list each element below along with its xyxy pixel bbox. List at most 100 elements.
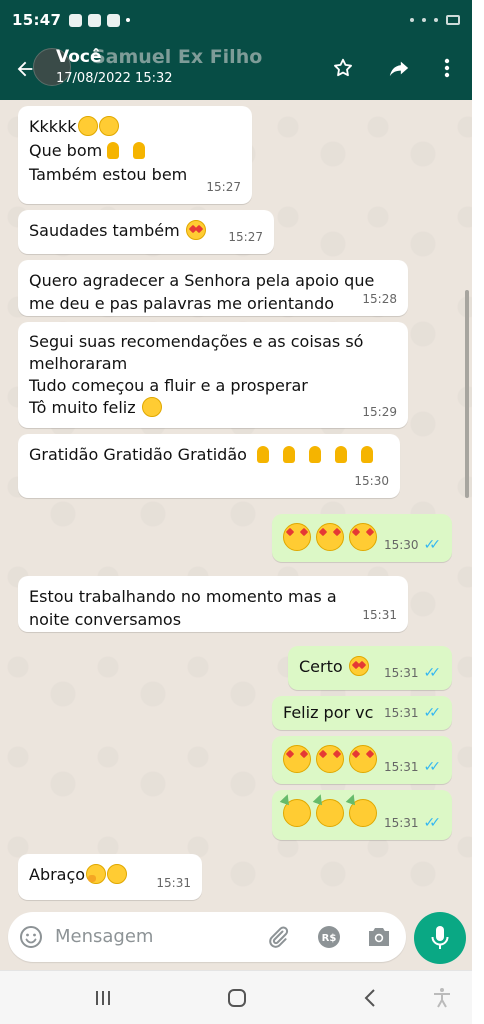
currency-label: R$	[322, 933, 337, 944]
message-input[interactable]: Mensagem R$	[8, 912, 406, 962]
message-time: 15:31	[156, 876, 191, 890]
battery-icon	[446, 15, 460, 25]
raised-hands-emoji-icon	[103, 140, 123, 160]
heart-eyes-emoji-icon	[283, 523, 311, 551]
accessibility-icon[interactable]	[427, 985, 457, 1011]
kissing-face-emoji-icon	[107, 864, 128, 884]
read-ticks-icon: ✓✓	[423, 665, 442, 681]
message-time: 15:31	[383, 760, 419, 774]
message-outgoing[interactable]: 15:31 ✓✓	[272, 736, 452, 784]
message-outgoing[interactable]: 15:30 ✓✓	[272, 514, 452, 562]
message-meta: 15:31	[362, 604, 397, 627]
composer-bar: Mensagem R$	[0, 912, 472, 970]
notification-icons	[69, 13, 131, 27]
gallery-notification-icon	[88, 13, 102, 27]
heart-eyes-emoji-icon	[316, 745, 345, 773]
message-line: Kkkkk	[29, 115, 241, 139]
system-status-icons	[410, 15, 460, 25]
chat-header: Samuel Ex Filho Você 17/08/2022 15:32	[0, 40, 472, 100]
folded-hands-emoji-icon	[357, 444, 377, 464]
star-icon[interactable]	[330, 55, 356, 81]
read-ticks-icon: ✓✓	[423, 759, 442, 775]
read-ticks-icon: ✓✓	[423, 537, 442, 553]
emoji-icon[interactable]	[18, 924, 44, 950]
system-nav-bar	[0, 970, 472, 1024]
message-meta: 15:30 ✓✓	[384, 533, 441, 557]
status-bar: 15:47	[0, 0, 472, 40]
phone-screen: 15:47 Samuel Ex Filho Você 17/08/2022 15…	[0, 0, 472, 1024]
chat-area[interactable]: Kkkkk Que bom Também estou bem 15:27 Sau…	[0, 100, 472, 912]
partying-face-emoji-icon	[283, 799, 311, 827]
message-text: Gratidão Gratidão Gratidão	[29, 443, 389, 467]
folded-hands-emoji-icon	[305, 444, 325, 464]
contact-name: Samuel Ex Filho	[92, 46, 263, 68]
status-time: 15:47	[12, 11, 62, 29]
whatsapp-notification-icon	[69, 13, 83, 27]
heart-eyes-emoji-icon	[316, 523, 345, 551]
message-meta: 15:30	[354, 469, 389, 493]
message-time: 15:27	[206, 180, 241, 194]
message-incoming[interactable]: Saudades também 15:27	[18, 210, 274, 254]
message-line: Segui suas recomendações e as coisas só …	[29, 332, 364, 373]
message-incoming[interactable]: Abraço 15:31	[18, 854, 202, 900]
heart-eyes-emoji-icon	[185, 220, 206, 240]
heart-eyes-emoji-icon	[283, 745, 311, 773]
home-icon[interactable]	[222, 985, 252, 1011]
mic-icon[interactable]	[414, 912, 466, 964]
message-meta: 15:28	[362, 288, 397, 311]
folded-hands-emoji-icon	[129, 140, 149, 160]
screen-edge	[472, 0, 484, 1024]
smiling-emoji-icon	[77, 116, 98, 136]
message-time: 15:30	[383, 538, 419, 552]
message-text: Estou trabalhando no momento mas a noite…	[29, 587, 337, 629]
partying-face-emoji-icon	[316, 799, 345, 827]
message-incoming[interactable]: Segui suas recomendações e as coisas só …	[18, 322, 408, 428]
message-incoming[interactable]: Quero agradecer a Senhora pela apoio que…	[18, 260, 408, 316]
message-outgoing[interactable]: Feliz por vc 15:31 ✓✓	[272, 696, 452, 730]
nav-back-icon[interactable]	[355, 985, 385, 1011]
message-time: 15:30	[354, 474, 389, 488]
scrollbar[interactable]	[465, 290, 469, 498]
message-time: 15:29	[362, 405, 397, 419]
message-incoming[interactable]: Gratidão Gratidão Gratidão 15:30	[18, 434, 400, 498]
message-meta: 15:31 ✓✓	[384, 811, 441, 835]
forward-icon[interactable]	[386, 55, 412, 81]
message-time: 15:31	[383, 706, 419, 720]
message-meta: 15:27	[228, 225, 263, 249]
starred-sender: Você	[56, 47, 102, 67]
message-meta: 15:27	[206, 175, 241, 199]
message-line: Tudo começou a fluir e a prosperar	[29, 376, 308, 395]
smiling-emoji-icon	[98, 116, 119, 136]
app-notification-icon	[107, 13, 121, 27]
recents-icon[interactable]	[88, 985, 118, 1011]
message-meta: 15:31	[156, 871, 191, 895]
message-outgoing[interactable]: 15:31 ✓✓	[272, 790, 452, 840]
mute-icon	[422, 18, 426, 22]
alarm-icon	[410, 18, 414, 22]
message-outgoing[interactable]: Certo 15:31 ✓✓	[288, 646, 452, 690]
read-ticks-icon: ✓✓	[423, 705, 442, 721]
folded-hands-emoji-icon	[253, 444, 273, 464]
message-text: Quero agradecer a Senhora pela apoio que…	[29, 271, 375, 313]
message-time: 15:31	[362, 608, 397, 622]
message-time: 15:31	[383, 666, 419, 680]
message-line: Tô muito feliz	[29, 397, 397, 419]
message-time: 15:31	[383, 816, 419, 830]
message-placeholder: Mensagem	[55, 926, 154, 947]
camera-icon[interactable]	[366, 924, 392, 950]
message-meta: 15:31 ✓✓	[384, 661, 441, 685]
message-line: Que bom	[29, 139, 241, 163]
more-vert-icon[interactable]	[434, 55, 460, 81]
payment-icon[interactable]: R$	[316, 924, 342, 950]
read-ticks-icon: ✓✓	[423, 815, 442, 831]
heart-eyes-emoji-icon	[349, 745, 378, 773]
message-meta: 15:31 ✓✓	[384, 755, 441, 779]
message-incoming[interactable]: Estou trabalhando no momento mas a noite…	[18, 576, 408, 632]
heart-eyes-emoji-icon	[348, 656, 369, 676]
folded-hands-emoji-icon	[279, 444, 299, 464]
grinning-emoji-icon	[141, 397, 162, 417]
wifi-icon	[434, 18, 438, 22]
message-incoming[interactable]: Kkkkk Que bom Também estou bem 15:27	[18, 106, 252, 204]
paperclip-icon[interactable]	[265, 924, 291, 950]
heart-eyes-emoji-icon	[349, 523, 378, 551]
